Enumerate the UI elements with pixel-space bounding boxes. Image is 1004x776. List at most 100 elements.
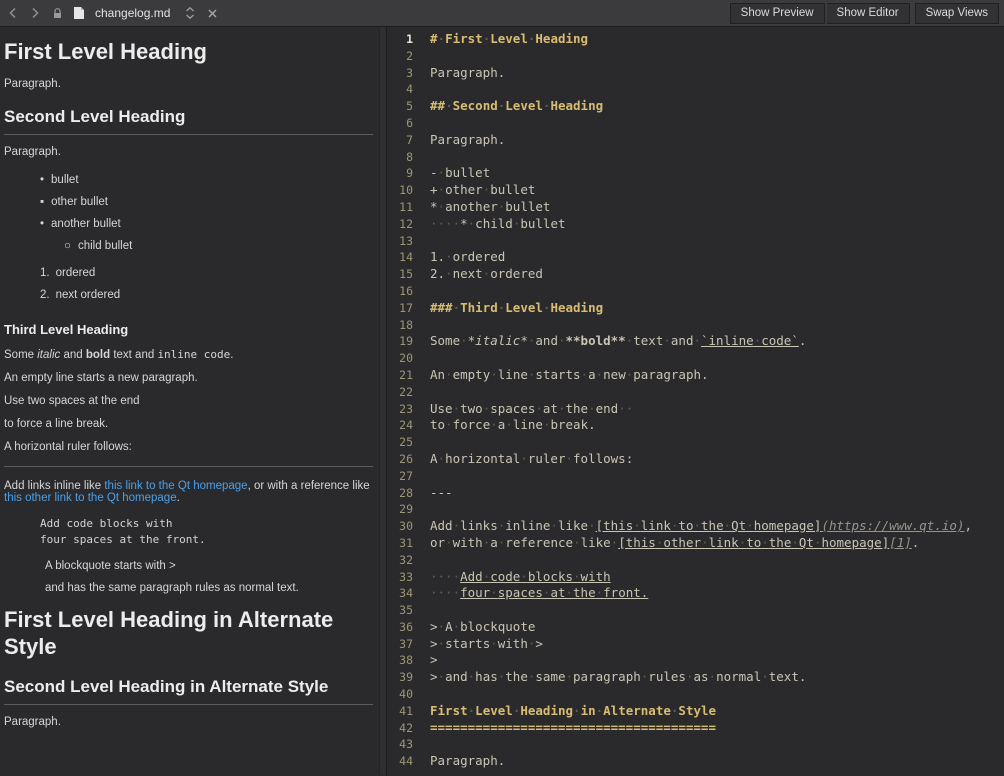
- editor-line[interactable]: 20: [387, 350, 1004, 367]
- editor-line[interactable]: 5##·Second·Level·Heading: [387, 98, 1004, 115]
- preview-scrollbar[interactable]: [379, 27, 387, 775]
- editor-line[interactable]: 28---: [387, 485, 1004, 502]
- editor-segment-n: .: [912, 535, 920, 550]
- line-number: 33: [387, 569, 413, 586]
- editor-segment-link[interactable]: [this·link·to·the·Qt·homepage]: [596, 518, 822, 533]
- editor-line[interactable]: 22: [387, 384, 1004, 401]
- editor-line[interactable]: 24to·force·a·line·break.: [387, 417, 1004, 434]
- editor-line[interactable]: 44Paragraph.: [387, 753, 1004, 770]
- line-number: 27: [387, 468, 413, 485]
- swap-views-button[interactable]: Swap Views: [915, 3, 999, 24]
- editor-line[interactable]: 25: [387, 434, 1004, 451]
- editor-line[interactable]: 39>·and·has·the·same·paragraph·rules·as·…: [387, 669, 1004, 686]
- show-editor-button[interactable]: Show Editor: [827, 3, 910, 24]
- editor-segment-url[interactable]: (https://www.qt.io): [821, 518, 964, 533]
- editor-line[interactable]: 18: [387, 317, 1004, 334]
- preview-paragraph: Some italic and bold text and inline cod…: [4, 348, 373, 361]
- whitespace-dots: ·: [528, 367, 536, 382]
- line-number: 40: [387, 686, 413, 703]
- whitespace-dots: ·: [468, 703, 476, 718]
- close-document-icon[interactable]: [202, 3, 222, 23]
- bullet-marker-icon: •: [40, 174, 44, 186]
- editor-line-text: Use·two·spaces·at·the·end··: [413, 401, 633, 418]
- show-preview-button[interactable]: Show Preview: [730, 3, 825, 24]
- preview-paragraph: An empty line starts a new paragraph.: [4, 372, 373, 384]
- markdown-editor-pane[interactable]: 1#·First·Level·Heading23Paragraph.45##·S…: [387, 27, 1004, 775]
- editor-line[interactable]: 37>·starts·with·>: [387, 636, 1004, 653]
- editor-line[interactable]: 30Add·links·inline·like·[this·link·to·th…: [387, 518, 1004, 535]
- editor-line[interactable]: 33····Add·code·blocks·with: [387, 569, 1004, 586]
- editor-line[interactable]: 152.·next·ordered: [387, 266, 1004, 283]
- list-item-text: ordered: [56, 267, 96, 279]
- editor-line[interactable]: 16: [387, 283, 1004, 300]
- editor-line[interactable]: 6: [387, 115, 1004, 132]
- editor-line[interactable]: 23Use·two·spaces·at·the·end··: [387, 401, 1004, 418]
- editor-line[interactable]: 29: [387, 501, 1004, 518]
- editor-segment-n: ····: [430, 569, 460, 584]
- list-item-text: other bullet: [51, 196, 108, 208]
- preview-link[interactable]: this other link to the Qt homepage: [4, 492, 177, 504]
- editor-segment-link[interactable]: [this·other·link·to·the·Qt·homepage]: [618, 535, 889, 550]
- whitespace-dots: ·: [814, 535, 822, 550]
- whitespace-dots: ·: [498, 199, 506, 214]
- editor-line[interactable]: 9-·bullet: [387, 165, 1004, 182]
- editor-line-text: [413, 384, 430, 401]
- editor-line[interactable]: 31or·with·a·reference·like·[this·other·l…: [387, 535, 1004, 552]
- editor-segment-n: Paragraph.: [430, 65, 505, 80]
- editor-line[interactable]: 35: [387, 602, 1004, 619]
- editor-line[interactable]: 1#·First·Level·Heading: [387, 31, 1004, 48]
- editor-line[interactable]: 43: [387, 736, 1004, 753]
- editor-line[interactable]: 42======================================: [387, 720, 1004, 737]
- editor-line[interactable]: 34····four·spaces·at·the·front.: [387, 585, 1004, 602]
- editor-line[interactable]: 10+·other·bullet: [387, 182, 1004, 199]
- whitespace-dots: ·: [438, 636, 446, 651]
- lock-icon[interactable]: [47, 3, 67, 23]
- whitespace-dots: ·: [438, 619, 446, 634]
- editor-line[interactable]: 8: [387, 149, 1004, 166]
- preview-text: italic: [37, 349, 60, 361]
- editor-line[interactable]: 38>: [387, 652, 1004, 669]
- editor-segment-url[interactable]: [1]: [889, 535, 912, 550]
- editor-segment-h: ======================================: [430, 720, 716, 735]
- back-icon[interactable]: [3, 3, 23, 23]
- editor-line[interactable]: 12····*·child·bullet: [387, 216, 1004, 233]
- line-number: 39: [387, 669, 413, 686]
- editor-line[interactable]: 41First·Level·Heading·in·Alternate·Style: [387, 703, 1004, 720]
- line-number: 35: [387, 602, 413, 619]
- editor-line[interactable]: 32: [387, 552, 1004, 569]
- editor-line[interactable]: 7Paragraph.: [387, 132, 1004, 149]
- editor-line[interactable]: 27: [387, 468, 1004, 485]
- editor-line[interactable]: 17###·Third·Level·Heading: [387, 300, 1004, 317]
- preview-link[interactable]: this link to the Qt homepage: [104, 480, 247, 492]
- editor-line[interactable]: 40: [387, 686, 1004, 703]
- editor-line[interactable]: 13: [387, 233, 1004, 250]
- editor-line[interactable]: 36>·A·blockquote: [387, 619, 1004, 636]
- forward-icon[interactable]: [25, 3, 45, 23]
- line-number: 20: [387, 350, 413, 367]
- whitespace-dots: ·: [453, 300, 461, 315]
- editor-line[interactable]: 3Paragraph.: [387, 65, 1004, 82]
- document-title[interactable]: changelog.md: [95, 6, 170, 20]
- editor-line-text: Paragraph.: [413, 65, 505, 82]
- editor-segment-n: -·bullet: [430, 165, 490, 180]
- editor-line[interactable]: 2: [387, 48, 1004, 65]
- preview-text: Some: [4, 349, 37, 361]
- whitespace-dots: ·: [438, 182, 446, 197]
- editor-line[interactable]: 19Some·*italic*·and·**bold**·text·and·`i…: [387, 333, 1004, 350]
- markdown-preview-pane[interactable]: First Level HeadingParagraph.Second Leve…: [0, 27, 379, 775]
- list-item-text: another bullet: [51, 218, 121, 230]
- whitespace-dots: ·: [528, 333, 536, 348]
- document-dropdown-icon[interactable]: [180, 3, 200, 23]
- editor-line[interactable]: 11*·another·bullet: [387, 199, 1004, 216]
- editor-line[interactable]: 141.·ordered: [387, 249, 1004, 266]
- whitespace-dots: ·: [709, 669, 717, 684]
- editor-line[interactable]: 21An·empty·line·starts·a·new·paragraph.: [387, 367, 1004, 384]
- editor-line-text: 1.·ordered: [413, 249, 505, 266]
- editor-line-text: or·with·a·reference·like·[this·other·lin…: [413, 535, 919, 552]
- editor-line[interactable]: 26A·horizontal·ruler·follows:: [387, 451, 1004, 468]
- whitespace-dots: ·: [573, 703, 581, 718]
- editor-line[interactable]: 4: [387, 81, 1004, 98]
- preview-text: inline code: [157, 348, 230, 361]
- editor-segment-n: >: [430, 652, 438, 667]
- line-number: 14: [387, 249, 413, 266]
